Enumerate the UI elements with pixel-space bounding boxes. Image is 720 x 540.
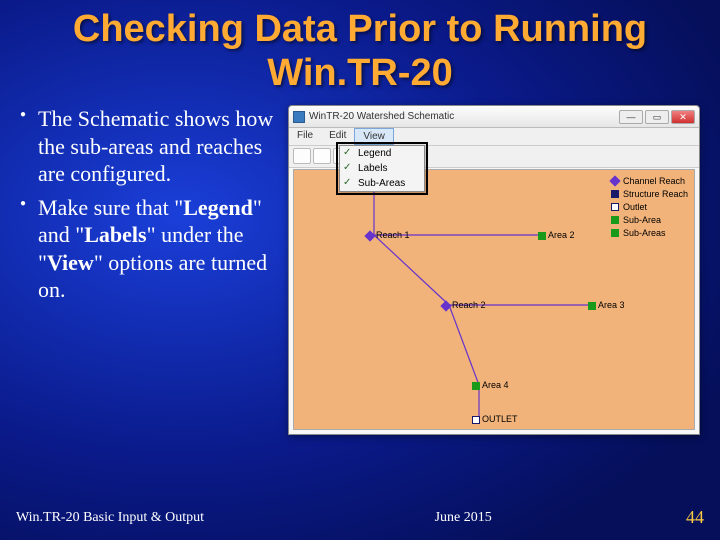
menubar: File Edit View	[289, 128, 699, 146]
dropdown-legend[interactable]: Legend	[340, 146, 424, 161]
schematic-canvas: Channel Reach Structure Reach Outlet Sub…	[293, 169, 695, 430]
maximize-button[interactable]: ▭	[645, 110, 669, 124]
dropdown-labels[interactable]: Labels	[340, 161, 424, 176]
app-window: WinTR-20 Watershed Schematic — ▭ ✕ File …	[288, 105, 700, 435]
content-row: The Schematic shows how the sub-areas an…	[0, 95, 720, 435]
node-reach1: Reach 1	[366, 230, 410, 240]
titlebar: WinTR-20 Watershed Schematic — ▭ ✕	[289, 106, 699, 128]
close-button[interactable]: ✕	[671, 110, 695, 124]
app-icon	[293, 111, 305, 123]
footer: Win.TR-20 Basic Input & Output June 2015…	[0, 507, 720, 528]
toolbar-button-2[interactable]	[313, 148, 331, 164]
menu-view[interactable]: View	[354, 128, 394, 145]
minimize-button[interactable]: —	[619, 110, 643, 124]
view-dropdown: Legend Labels Sub-Areas	[339, 145, 425, 192]
node-area4: Area 4	[472, 380, 509, 390]
page-number: 44	[686, 507, 704, 528]
node-area2: Area 2	[538, 230, 575, 240]
bullet-2: Make sure that "Legend" and "Labels" und…	[20, 194, 280, 304]
bullet-list: The Schematic shows how the sub-areas an…	[20, 105, 280, 435]
window-title: WinTR-20 Watershed Schematic	[309, 111, 454, 122]
slide-title: Checking Data Prior to RunningWin.TR-20	[0, 0, 720, 95]
toolbar-button-1[interactable]	[293, 148, 311, 164]
node-area3: Area 3	[588, 300, 625, 310]
menu-edit[interactable]: Edit	[321, 128, 354, 145]
canvas-legend: Channel Reach Structure Reach Outlet Sub…	[611, 176, 688, 241]
node-reach2: Reach 2	[442, 300, 486, 310]
dropdown-subareas[interactable]: Sub-Areas	[340, 176, 424, 191]
menu-file[interactable]: File	[289, 128, 321, 145]
node-outlet: OUTLET	[472, 414, 518, 424]
bullet-1: The Schematic shows how the sub-areas an…	[20, 105, 280, 188]
footer-date: June 2015	[326, 510, 601, 526]
window-buttons: — ▭ ✕	[619, 110, 695, 124]
footer-left: Win.TR-20 Basic Input & Output	[16, 510, 326, 526]
